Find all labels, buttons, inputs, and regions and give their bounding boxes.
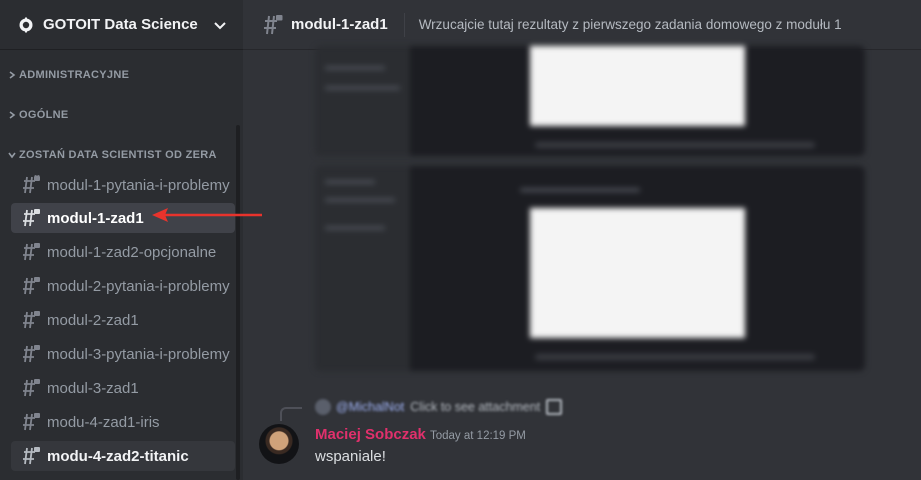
locked-hashtag-icon bbox=[261, 14, 283, 36]
blurred-scrollbar bbox=[535, 142, 815, 148]
channel-modul-1-zad2[interactable]: modul-1-zad2-opcjonalne bbox=[11, 237, 235, 267]
category-label: OGÓLNE bbox=[19, 109, 69, 121]
server-header[interactable]: GOTOIT Data Science bbox=[0, 0, 243, 50]
channel-modul-1-zad1[interactable]: modul-1-zad1 bbox=[11, 203, 235, 233]
header-divider bbox=[403, 12, 405, 37]
blurred-plot bbox=[530, 46, 745, 126]
blurred-line bbox=[520, 188, 640, 192]
channel-sidebar: GOTOIT Data Science ADMINISTRACYJNE OGÓL… bbox=[0, 0, 243, 480]
blurred-plot bbox=[530, 208, 745, 338]
channel-label: modul-1-zad2-opcjonalne bbox=[47, 243, 217, 261]
message-author[interactable]: Maciej Sobczak bbox=[315, 426, 426, 443]
attachment-sidebar-region bbox=[315, 166, 410, 371]
channel-modul-2-pytania[interactable]: modul-2-pytania-i-problemy bbox=[11, 271, 235, 301]
sidebar-scrollbar[interactable] bbox=[236, 125, 240, 480]
chevron-down-icon[interactable] bbox=[213, 18, 227, 32]
channel-modul-3-pytania[interactable]: modul-3-pytania-i-problemy bbox=[11, 339, 235, 369]
chat-area: modul-1-zad1 Wrzucajcie tutaj rezultaty … bbox=[243, 0, 921, 480]
channel-label: modu-4-zad2-titanic bbox=[47, 447, 189, 465]
blurred-line bbox=[325, 226, 385, 230]
category-label: ADMINISTRACYJNE bbox=[19, 69, 130, 81]
chevron-right-icon bbox=[7, 70, 17, 80]
blurred-line bbox=[325, 86, 400, 90]
avatar[interactable] bbox=[259, 424, 299, 464]
attachment-sidebar-region bbox=[315, 46, 410, 156]
discord-window: GOTOIT Data Science ADMINISTRACYJNE OGÓL… bbox=[0, 0, 921, 480]
server-boost-icon bbox=[18, 17, 34, 33]
locked-hashtag-icon bbox=[19, 378, 41, 398]
channel-modul-3-zad1[interactable]: modul-3-zad1 bbox=[11, 373, 235, 403]
message-text: wspaniale! bbox=[315, 448, 386, 465]
blurred-line bbox=[325, 66, 385, 70]
server-name: GOTOIT Data Science bbox=[43, 16, 198, 33]
channel-label: modul-1-pytania-i-problemy bbox=[47, 176, 230, 194]
category-label: ZOSTAŃ DATA SCIENTIST OD ZERA bbox=[19, 149, 217, 161]
locked-hashtag-icon bbox=[19, 310, 41, 330]
locked-hashtag-icon bbox=[19, 446, 41, 466]
reply-avatar bbox=[315, 399, 331, 415]
locked-hashtag-icon bbox=[19, 242, 41, 262]
channel-modu-4-zad1-iris[interactable]: modu-4-zad1-iris bbox=[11, 407, 235, 437]
channel-modu-4-zad2-titanic[interactable]: modu-4-zad2-titanic bbox=[11, 441, 235, 471]
channel-label: modul-3-zad1 bbox=[47, 379, 139, 397]
category-administracyjne[interactable]: ADMINISTRACYJNE bbox=[7, 69, 129, 81]
image-attachment[interactable] bbox=[315, 166, 865, 371]
reply-mention[interactable]: @MichalNot bbox=[336, 400, 404, 414]
locked-hashtag-icon bbox=[19, 412, 41, 432]
reply-connector bbox=[280, 407, 302, 421]
blurred-line bbox=[325, 180, 375, 184]
channel-title: modul-1-zad1 bbox=[291, 16, 388, 33]
channel-label: modul-2-pytania-i-problemy bbox=[47, 277, 230, 295]
channel-label: modu-4-zad1-iris bbox=[47, 413, 160, 431]
chevron-down-icon bbox=[7, 150, 17, 160]
channel-modul-1-pytania[interactable]: modul-1-pytania-i-problemy bbox=[11, 170, 235, 200]
blurred-scrollbar bbox=[535, 354, 815, 360]
channel-topic[interactable]: Wrzucajcie tutaj rezultaty z pierwszego … bbox=[419, 17, 842, 32]
chevron-right-icon bbox=[7, 110, 17, 120]
locked-hashtag-icon bbox=[19, 276, 41, 296]
category-zostan-data-scientist[interactable]: ZOSTAŃ DATA SCIENTIST OD ZERA bbox=[7, 149, 217, 161]
reply-preview[interactable]: @MichalNot Click to see attachment bbox=[315, 399, 563, 415]
locked-hashtag-icon bbox=[19, 175, 41, 195]
channel-label: modul-1-zad1 bbox=[47, 209, 144, 227]
message-timestamp: Today at 12:19 PM bbox=[430, 430, 526, 442]
channel-header: modul-1-zad1 Wrzucajcie tutaj rezultaty … bbox=[243, 0, 921, 50]
channel-label: modul-2-zad1 bbox=[47, 311, 139, 329]
locked-hashtag-icon bbox=[19, 208, 41, 228]
channel-modul-2-zad1[interactable]: modul-2-zad1 bbox=[11, 305, 235, 335]
image-attachment[interactable] bbox=[315, 46, 865, 156]
channel-label: modul-3-pytania-i-problemy bbox=[47, 345, 230, 363]
blurred-line bbox=[325, 198, 395, 202]
locked-hashtag-icon bbox=[19, 344, 41, 364]
category-ogolne[interactable]: OGÓLNE bbox=[7, 109, 68, 121]
image-icon bbox=[546, 399, 563, 415]
reply-text[interactable]: Click to see attachment bbox=[410, 400, 540, 414]
